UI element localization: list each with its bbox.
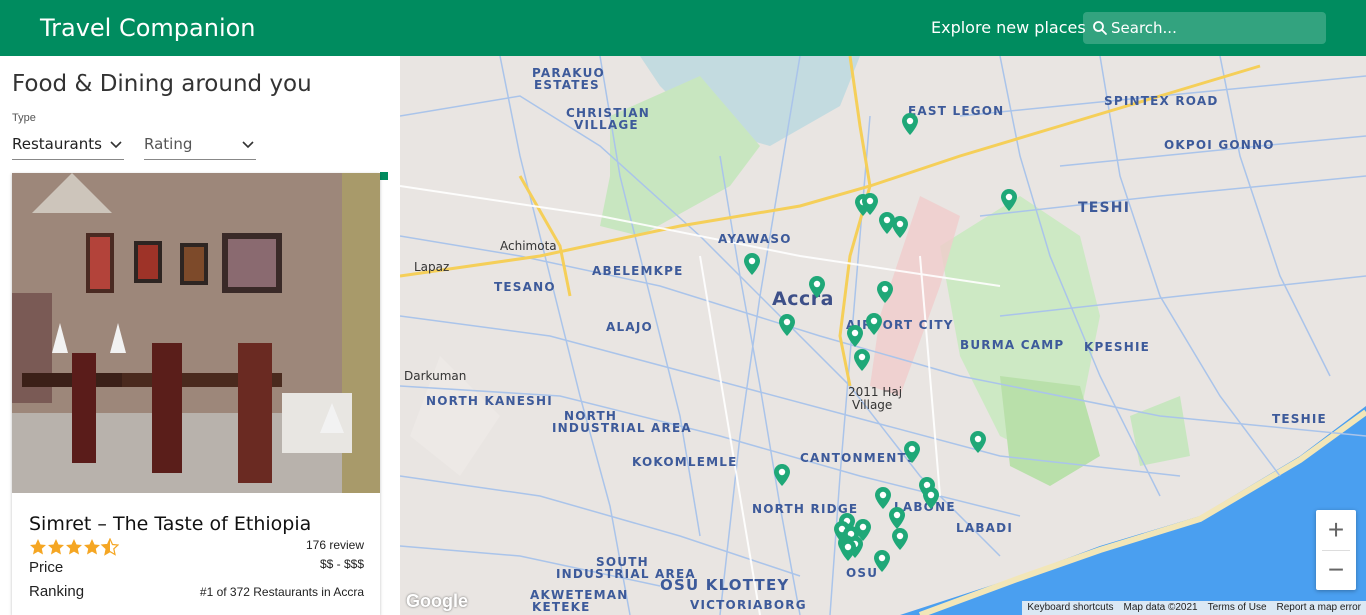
map-marker-icon[interactable] bbox=[923, 487, 939, 509]
map-marker-icon[interactable] bbox=[862, 193, 878, 215]
map-label: OKPOI GONNO bbox=[1164, 138, 1275, 152]
map-label: INDUSTRIAL AREA bbox=[552, 421, 692, 435]
map-marker-icon[interactable] bbox=[875, 487, 891, 509]
ranking-value: #1 of 372 Restaurants in Accra bbox=[199, 585, 364, 599]
map-label: NORTH KANESHI bbox=[426, 394, 553, 408]
map-label: ESTATES bbox=[534, 78, 600, 92]
map-marker-icon[interactable] bbox=[1001, 189, 1017, 211]
map-label: 2011 Haj bbox=[848, 385, 903, 399]
map-label: ABELEMKPE bbox=[592, 264, 684, 278]
map-label: ALAJO bbox=[606, 320, 653, 334]
map-marker-icon[interactable] bbox=[877, 281, 893, 303]
map-label: EAST LEGON bbox=[908, 104, 1005, 118]
price-value: $$ - $$$ bbox=[319, 557, 364, 571]
page-title: Food & Dining around you bbox=[12, 71, 312, 97]
ranking-label: Ranking bbox=[29, 583, 85, 600]
keyboard-shortcuts-link[interactable]: Keyboard shortcuts bbox=[1022, 602, 1118, 613]
type-select-value: Restaurants bbox=[12, 135, 102, 153]
map-marker-icon[interactable] bbox=[854, 349, 870, 371]
restaurant-photo bbox=[12, 173, 380, 493]
chevron-down-icon bbox=[110, 141, 122, 149]
map-label: OSU KLOTTEY bbox=[660, 576, 790, 594]
price-label: Price bbox=[29, 559, 64, 576]
zoom-out-button[interactable]: − bbox=[1316, 550, 1356, 590]
google-logo: Google bbox=[406, 591, 468, 611]
map-label: KETEKE bbox=[532, 600, 591, 614]
map-label: TESANO bbox=[494, 280, 556, 294]
map-marker-icon[interactable] bbox=[809, 276, 825, 298]
map-label: LABADI bbox=[956, 521, 1013, 535]
map-marker-icon[interactable] bbox=[847, 325, 863, 347]
search-input[interactable] bbox=[1111, 17, 1321, 39]
map-marker-icon[interactable] bbox=[892, 216, 908, 238]
sidebar: Food & Dining around you Type Restaurant… bbox=[0, 56, 400, 615]
map-label: VICTORIABORG bbox=[690, 598, 807, 612]
app-header: Travel Companion Explore new places bbox=[0, 0, 1366, 56]
map-label: KPESHIE bbox=[1084, 340, 1151, 354]
report-error-link[interactable]: Report a map error bbox=[1272, 602, 1366, 613]
place-name: Simret – The Taste of Ethiopia bbox=[29, 513, 312, 535]
review-count: 176 review bbox=[305, 538, 364, 552]
map-label: TESHIE bbox=[1272, 412, 1327, 426]
map-marker-icon[interactable] bbox=[779, 314, 795, 336]
map-view[interactable]: PARAKUO ESTATES CHRISTIAN VILLAGE EAST L… bbox=[400, 56, 1366, 615]
rating-select-value: Rating bbox=[144, 135, 193, 153]
rating-select[interactable]: Rating bbox=[144, 132, 256, 160]
map-label: VILLAGE bbox=[574, 118, 639, 132]
map-label: CANTONMENTS bbox=[800, 451, 917, 465]
map-marker-icon[interactable] bbox=[889, 507, 905, 529]
map-marker-icon[interactable] bbox=[866, 313, 882, 335]
map-label: Village bbox=[852, 398, 893, 412]
map-label: BURMA CAMP bbox=[960, 338, 1065, 352]
map-marker-icon[interactable] bbox=[892, 528, 908, 550]
map-marker-icon[interactable] bbox=[970, 431, 986, 453]
map-data-text: Map data ©2021 bbox=[1123, 602, 1198, 613]
map-marker-icon[interactable] bbox=[744, 253, 760, 275]
map-marker-icon[interactable] bbox=[874, 550, 890, 572]
app-title: Travel Companion bbox=[40, 14, 256, 42]
map-label: KOKOMLEMLE bbox=[632, 455, 738, 469]
map-label: Achimota bbox=[500, 239, 557, 253]
map-label: Lapaz bbox=[414, 260, 450, 274]
explore-label: Explore new places bbox=[931, 18, 1086, 37]
scrollbar-marker bbox=[380, 172, 388, 180]
map-label: Darkuman bbox=[404, 369, 467, 383]
rating-stars bbox=[30, 538, 119, 556]
chevron-down-icon bbox=[242, 141, 254, 149]
map-label: SPINTEX ROAD bbox=[1104, 94, 1219, 108]
map-marker-icon[interactable] bbox=[904, 441, 920, 463]
zoom-control: + − bbox=[1316, 510, 1356, 590]
map-marker-icon[interactable] bbox=[902, 113, 918, 135]
type-label: Type bbox=[12, 112, 36, 124]
search-box[interactable] bbox=[1083, 12, 1326, 44]
map-marker-icon[interactable] bbox=[774, 464, 790, 486]
map-label: AYAWASO bbox=[718, 232, 792, 246]
map-label: TESHI bbox=[1078, 200, 1131, 216]
search-icon bbox=[1093, 21, 1107, 35]
place-card[interactable]: Simret – The Taste of Ethiopia 176 revie… bbox=[12, 173, 380, 615]
map-attribution: Keyboard shortcuts Map data ©2021 Terms of… bbox=[1022, 601, 1366, 615]
terms-link[interactable]: Terms of Use bbox=[1203, 602, 1272, 613]
zoom-in-button[interactable]: + bbox=[1316, 510, 1356, 550]
type-select[interactable]: Restaurants bbox=[12, 132, 124, 160]
map-marker-icon[interactable] bbox=[840, 539, 856, 561]
